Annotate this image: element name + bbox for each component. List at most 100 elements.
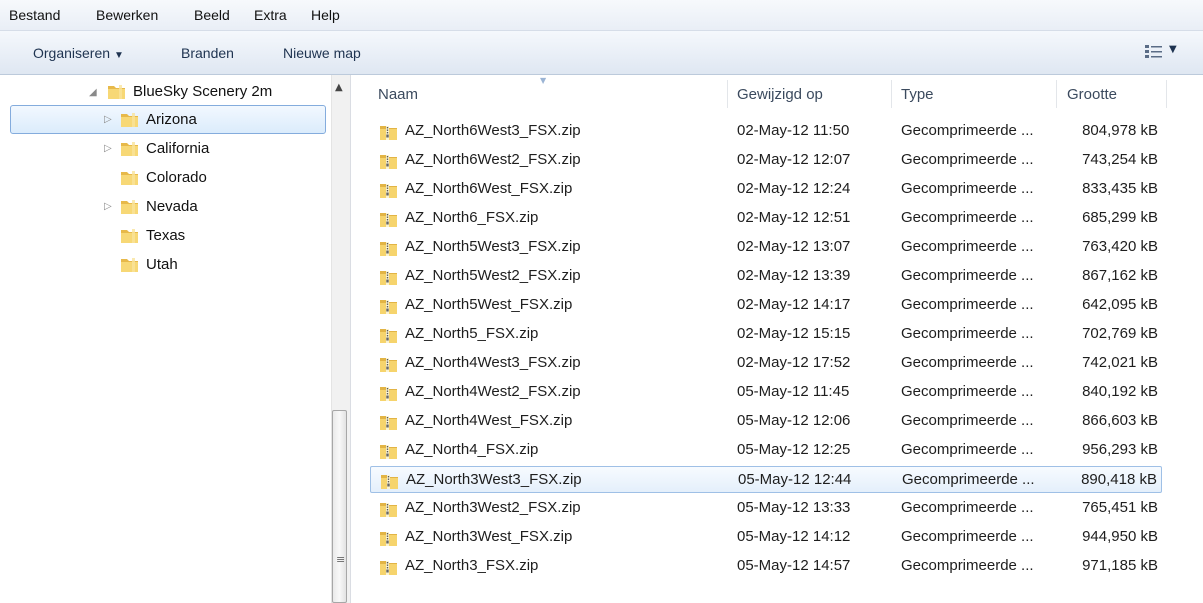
zip-folder-icon — [380, 416, 397, 430]
tree-item-label: Arizona — [146, 111, 197, 128]
menu-extra[interactable]: Extra — [254, 7, 287, 23]
file-row[interactable]: AZ_North4_FSX.zip 05-May-12 12:25 Gecompri… — [370, 437, 1162, 464]
file-modified-date: 05-May-12 11:45 — [737, 383, 850, 400]
file-row[interactable]: AZ_North6_FSX.zip 02-May-12 12:51 Gecompri… — [370, 205, 1162, 232]
file-row[interactable]: AZ_North3West3_FSX.zip 05-May-12 12:44 Gec… — [370, 466, 1162, 493]
file-row[interactable]: AZ_North3West2_FSX.zip 05-May-12 13:33 Gec… — [370, 495, 1162, 522]
tree-item-california[interactable]: ▷ California — [101, 135, 321, 163]
file-row[interactable]: AZ_North6West3_FSX.zip 02-May-12 11:50 Gec… — [370, 118, 1162, 145]
file-type: Gecomprimeerde ... — [901, 180, 1034, 197]
file-row[interactable]: AZ_North3_FSX.zip 05-May-12 14:57 Gecompri… — [370, 553, 1162, 580]
file-modified-date: 05-May-12 13:33 — [737, 499, 851, 516]
column-header-name[interactable]: Naam — [378, 86, 418, 103]
zip-folder-icon — [380, 126, 397, 140]
column-header-date[interactable]: Gewijzigd op — [737, 86, 823, 103]
file-row[interactable]: AZ_North6West_FSX.zip 02-May-12 12:24 Geco… — [370, 176, 1162, 203]
zip-folder-icon — [380, 155, 397, 169]
file-size: 642,095 kB — [1082, 296, 1158, 313]
file-modified-date: 02-May-12 11:50 — [737, 122, 850, 139]
column-divider[interactable] — [727, 80, 728, 108]
menu-bestand[interactable]: Bestand — [9, 7, 60, 23]
folder-icon — [108, 85, 125, 99]
burn-button[interactable]: Branden — [181, 45, 234, 61]
file-type: Gecomprimeerde ... — [902, 471, 1035, 488]
tree-item-texas[interactable]: Texas — [101, 222, 321, 250]
folder-icon — [121, 142, 138, 156]
file-size: 833,435 kB — [1082, 180, 1158, 197]
tree-item-label: California — [146, 140, 210, 157]
file-modified-date: 02-May-12 12:24 — [737, 180, 851, 197]
file-name: AZ_North3West3_FSX.zip — [406, 471, 582, 488]
tree-item-arizona[interactable]: ▷ Arizona — [10, 105, 326, 134]
zip-folder-icon — [380, 329, 397, 343]
file-size: 956,293 kB — [1082, 441, 1158, 458]
file-name: AZ_North4West2_FSX.zip — [405, 383, 581, 400]
file-row[interactable]: AZ_North6West2_FSX.zip 02-May-12 12:07 Gec… — [370, 147, 1162, 174]
zip-folder-icon — [380, 184, 397, 198]
file-name: AZ_North6West2_FSX.zip — [405, 151, 581, 168]
file-row[interactable]: AZ_North4West_FSX.zip 05-May-12 12:06 Geco… — [370, 408, 1162, 435]
file-name: AZ_North6_FSX.zip — [405, 209, 539, 226]
file-row[interactable]: AZ_North4West2_FSX.zip 05-May-12 11:45 Gec… — [370, 379, 1162, 406]
zip-folder-icon — [380, 503, 397, 517]
file-row[interactable]: AZ_North4West3_FSX.zip 02-May-12 17:52 Gec… — [370, 350, 1162, 377]
expanded-arrow-icon[interactable]: ◢ — [89, 79, 97, 107]
scroll-up-arrow-icon[interactable]: ▲ — [335, 82, 343, 93]
file-type: Gecomprimeerde ... — [901, 238, 1034, 255]
column-divider[interactable] — [1056, 80, 1057, 108]
file-size: 944,950 kB — [1082, 528, 1158, 545]
zip-folder-icon — [380, 358, 397, 372]
file-size: 804,978 kB — [1082, 122, 1158, 139]
file-row[interactable]: AZ_North5_FSX.zip 02-May-12 15:15 Gecompri… — [370, 321, 1162, 348]
collapsed-arrow-icon[interactable]: ▷ — [104, 193, 112, 221]
tree-item-bluesky-scenery[interactable]: ◢ BlueSky Scenery 2m — [85, 78, 325, 106]
zip-folder-icon — [380, 300, 397, 314]
new-folder-button[interactable]: Nieuwe map — [283, 45, 361, 61]
zip-folder-icon — [380, 445, 397, 459]
menu-bewerken[interactable]: Bewerken — [96, 7, 158, 23]
scrollbar-thumb[interactable] — [332, 410, 347, 603]
file-name: AZ_North5West3_FSX.zip — [405, 238, 581, 255]
file-name: AZ_North3West_FSX.zip — [405, 528, 573, 545]
zip-folder-icon — [380, 242, 397, 256]
collapsed-arrow-icon[interactable]: ▷ — [104, 106, 112, 133]
file-name: AZ_North4West_FSX.zip — [405, 412, 573, 429]
column-header-type[interactable]: Type — [901, 86, 934, 103]
file-modified-date: 02-May-12 14:17 — [737, 296, 851, 313]
file-row[interactable]: AZ_North5West_FSX.zip 02-May-12 14:17 Geco… — [370, 292, 1162, 319]
file-name: AZ_North5_FSX.zip — [405, 325, 539, 342]
column-divider[interactable] — [1166, 80, 1167, 108]
zip-folder-icon — [381, 475, 398, 489]
command-bar: Organiseren ▼ Branden Nieuwe map ▼ — [0, 31, 1203, 75]
file-type: Gecomprimeerde ... — [901, 528, 1034, 545]
tree-item-nevada[interactable]: ▷ Nevada — [101, 193, 321, 221]
file-size: 702,769 kB — [1082, 325, 1158, 342]
file-type: Gecomprimeerde ... — [901, 296, 1034, 313]
file-name: AZ_North3_FSX.zip — [405, 557, 539, 574]
file-size: 971,185 kB — [1082, 557, 1158, 574]
collapsed-arrow-icon[interactable]: ▷ — [104, 135, 112, 163]
details-view-icon[interactable] — [1145, 44, 1162, 58]
organize-label: Organiseren — [33, 45, 111, 61]
file-modified-date: 05-May-12 12:44 — [738, 471, 852, 488]
tree-item-colorado[interactable]: Colorado — [101, 164, 321, 192]
file-size: 840,192 kB — [1082, 383, 1158, 400]
column-header-size[interactable]: Grootte — [1067, 86, 1117, 103]
tree-item-label: Colorado — [146, 169, 207, 186]
zip-folder-icon — [380, 532, 397, 546]
tree-item-utah[interactable]: Utah — [101, 251, 321, 279]
file-row[interactable]: AZ_North5West2_FSX.zip 02-May-12 13:39 Gec… — [370, 263, 1162, 290]
file-size: 866,603 kB — [1082, 412, 1158, 429]
file-modified-date: 05-May-12 12:06 — [737, 412, 851, 429]
file-type: Gecomprimeerde ... — [901, 354, 1034, 371]
organize-button[interactable]: Organiseren ▼ — [33, 45, 124, 61]
view-dropdown-icon[interactable]: ▼ — [1169, 44, 1177, 55]
file-type: Gecomprimeerde ... — [901, 209, 1034, 226]
file-row[interactable]: AZ_North5West3_FSX.zip 02-May-12 13:07 Gec… — [370, 234, 1162, 261]
menu-help[interactable]: Help — [311, 7, 340, 23]
file-modified-date: 02-May-12 12:51 — [737, 209, 851, 226]
zip-folder-icon — [380, 213, 397, 227]
column-divider[interactable] — [891, 80, 892, 108]
file-row[interactable]: AZ_North3West_FSX.zip 05-May-12 14:12 Geco… — [370, 524, 1162, 551]
menu-beeld[interactable]: Beeld — [194, 7, 230, 23]
